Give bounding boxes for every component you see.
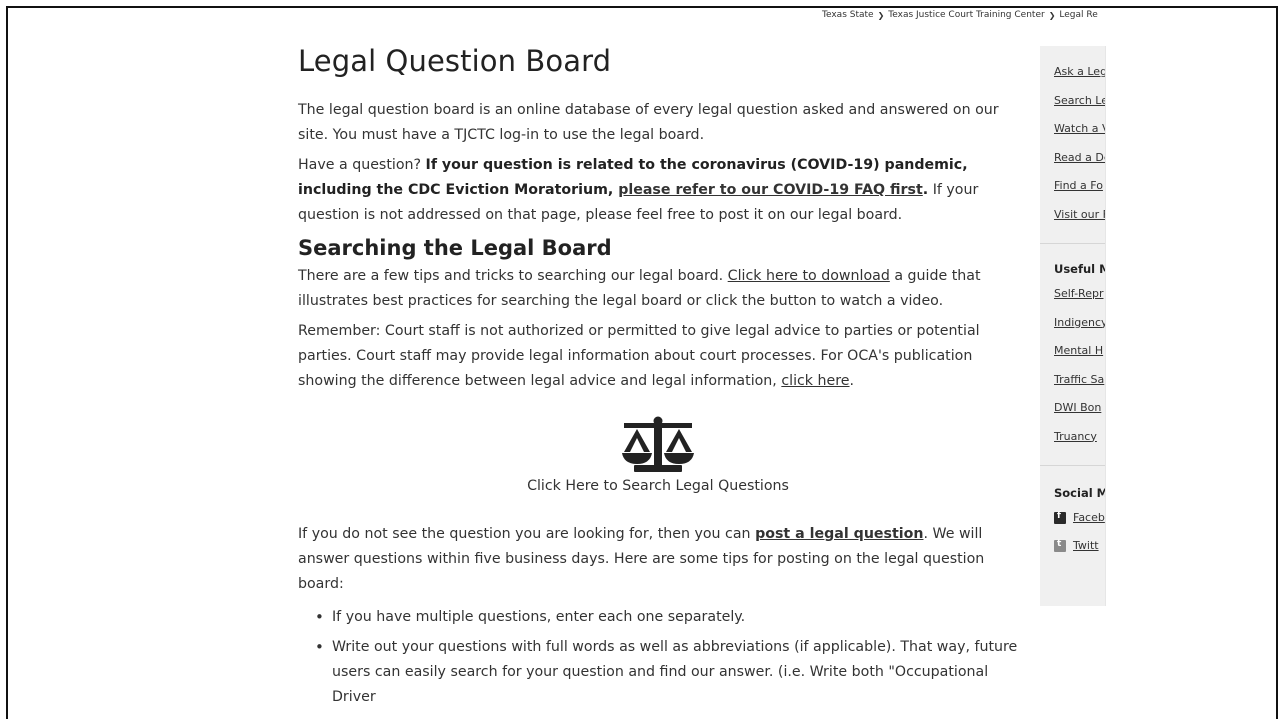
sidebar-link-visit-faq[interactable]: Visit our F: [1054, 201, 1105, 230]
chevron-right-icon: ❯: [877, 10, 885, 20]
breadcrumb-texas-state[interactable]: Texas State: [822, 10, 874, 20]
twitter-icon[interactable]: t: [1054, 539, 1066, 552]
section-title-searching: Searching the Legal Board: [298, 236, 612, 260]
covid-paragraph: Have a question? If your question is rel…: [298, 153, 1018, 228]
sidebar-social-media: Social M f Faceb t Twitt: [1040, 466, 1105, 560]
sidebar-link-mental-health[interactable]: Mental H: [1054, 337, 1105, 366]
list-item: If you have multiple questions, enter ea…: [298, 605, 1018, 630]
oca-publication-link[interactable]: click here: [781, 373, 849, 389]
sidebar-link-dwi-bond[interactable]: DWI Bon: [1054, 394, 1105, 423]
covid-faq-link[interactable]: please refer to our COVID-19 FAQ first: [618, 182, 923, 198]
sidebar-link-read-deskbook[interactable]: Read a De: [1054, 144, 1105, 173]
sidebar-quick-links: Ask a Leg Search Le Watch a V Read a De …: [1040, 46, 1105, 243]
search-legal-questions-button[interactable]: Click Here to Search Legal Questions: [298, 416, 1018, 494]
search-legal-questions-label[interactable]: Click Here to Search Legal Questions: [527, 478, 789, 494]
sidebar-link-self-represented[interactable]: Self-Repr: [1054, 280, 1105, 309]
search-tips-paragraph: There are a few tips and tricks to searc…: [298, 268, 981, 309]
breadcrumb: Texas State ❯ Texas Justice Court Traini…: [822, 10, 1098, 20]
sidebar-heading-social: Social M: [1054, 486, 1106, 500]
sidebar: Ask a Leg Search Le Watch a V Read a De …: [1040, 46, 1106, 606]
download-guide-link[interactable]: Click here to download: [728, 268, 890, 284]
twitter-link-label[interactable]: Twitt: [1073, 539, 1099, 553]
posting-tips-list: If you have multiple questions, enter ea…: [298, 605, 1018, 710]
sidebar-heading-useful: Useful M: [1054, 262, 1106, 276]
browser-page: Texas State ❯ Texas Justice Court Traini…: [6, 6, 1278, 719]
scales-of-justice-icon[interactable]: [620, 416, 696, 476]
sidebar-link-find-form[interactable]: Find a Fo: [1054, 172, 1105, 201]
sidebar-link-ask-legal-question[interactable]: Ask a Leg: [1054, 58, 1105, 87]
facebook-link-label[interactable]: Faceb: [1073, 511, 1105, 525]
facebook-link[interactable]: f Faceb: [1054, 504, 1105, 532]
main-content: Legal Question Board The legal question …: [298, 44, 1018, 715]
chevron-right-icon: ❯: [1048, 10, 1056, 20]
sidebar-useful-materials: Useful M Self-Repr Indigency Mental H Tr…: [1040, 244, 1105, 465]
list-item: Write out your questions with full words…: [298, 635, 1018, 710]
post-legal-question-link[interactable]: post a legal question: [755, 526, 923, 542]
breadcrumb-tjctc[interactable]: Texas Justice Court Training Center: [888, 10, 1044, 20]
breadcrumb-legal-resources[interactable]: Legal Re: [1059, 10, 1097, 20]
intro-paragraph: The legal question board is an online da…: [298, 102, 999, 143]
facebook-icon[interactable]: f: [1054, 511, 1066, 524]
page-title: Legal Question Board: [298, 44, 612, 78]
sidebar-link-truancy[interactable]: Truancy: [1054, 423, 1105, 452]
covid-lead: Have a question?: [298, 157, 426, 173]
sidebar-link-search-legal-board[interactable]: Search Le: [1054, 87, 1105, 116]
sidebar-link-traffic-safety[interactable]: Traffic Sa: [1054, 366, 1105, 395]
remember-paragraph: Remember: Court staff is not authorized …: [298, 323, 980, 389]
sidebar-link-indigency[interactable]: Indigency: [1054, 309, 1105, 338]
sidebar-link-watch-video[interactable]: Watch a V: [1054, 115, 1105, 144]
post-question-paragraph: If you do not see the question you are l…: [298, 526, 985, 592]
twitter-link[interactable]: t Twitt: [1054, 532, 1105, 560]
